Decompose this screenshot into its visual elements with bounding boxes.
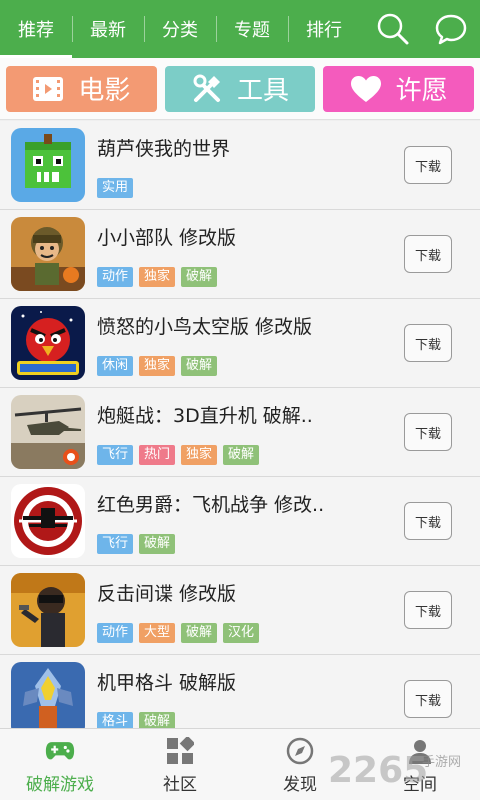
category-bar: 电影 工具 许愿	[0, 58, 480, 120]
tools-icon	[191, 73, 223, 105]
download-button[interactable]: 下载	[404, 235, 452, 273]
category-movie-label: 电影	[78, 76, 131, 106]
category-tools-button[interactable]: 工具	[164, 65, 316, 112]
bottom-tab-community[interactable]: 社区	[120, 729, 240, 800]
tag: 独家	[139, 356, 176, 376]
download-button[interactable]: 下载	[404, 591, 452, 629]
download-button[interactable]: 下载	[404, 324, 452, 362]
heart-icon	[350, 73, 382, 105]
tab-latest[interactable]: 最新	[72, 0, 144, 58]
tag: 休闲	[97, 356, 134, 376]
mech-app-icon	[11, 662, 85, 728]
message-icon[interactable]	[422, 0, 480, 58]
download-button[interactable]: 下载	[404, 680, 452, 718]
app-list: 葫芦侠我的世界 实用 下载 小小部队 修改版 动作 独家 破解 下载 愤怒的小鸟…	[0, 121, 480, 728]
list-item[interactable]: 愤怒的小鸟太空版 修改版 休闲 独家 破解 下载	[0, 299, 480, 388]
list-item[interactable]: 机甲格斗 破解版 格斗 破解 下载	[0, 655, 480, 728]
list-item[interactable]: 红色男爵：飞机战争 修改.. 飞行 破解 下载	[0, 477, 480, 566]
category-tools-label: 工具	[237, 76, 290, 106]
tag: 大型	[139, 623, 176, 643]
tag: 破解	[139, 534, 176, 554]
tab-topics[interactable]: 专题	[216, 0, 288, 58]
tag: 热门	[139, 445, 176, 465]
pixel-apple-app-icon	[11, 128, 85, 202]
grid-icon	[165, 736, 195, 766]
tag: 动作	[97, 267, 134, 287]
tag: 独家	[139, 267, 176, 287]
spy-app-icon	[11, 573, 85, 647]
list-item[interactable]: 炮艇战：3D直升机 破解.. 飞行 热门 独家 破解 下载	[0, 388, 480, 477]
download-button[interactable]: 下载	[404, 146, 452, 184]
tag: 飞行	[97, 534, 134, 554]
watermark-number: 2265	[328, 750, 428, 791]
tag: 实用	[97, 178, 134, 198]
watermark-text: 手游网	[422, 755, 461, 770]
top-nav-bar: 推荐 最新 分类 专题 排行	[0, 0, 480, 58]
helicopter-app-icon	[11, 395, 85, 469]
tag: 破解	[181, 267, 218, 287]
red-baron-app-icon	[11, 484, 85, 558]
download-button[interactable]: 下载	[404, 413, 452, 451]
tab-recommend[interactable]: 推荐	[0, 0, 72, 58]
tag: 汉化	[223, 623, 260, 643]
download-button[interactable]: 下载	[404, 502, 452, 540]
soldier-app-icon	[11, 217, 85, 291]
angry-bird-app-icon	[11, 306, 85, 380]
bottom-tab-label: 社区	[163, 774, 197, 795]
watermark-logo: 2265 手游网	[326, 744, 476, 794]
tag: 破解	[181, 356, 218, 376]
tab-ranking[interactable]: 排行	[288, 0, 360, 58]
bottom-tab-label: 发现	[283, 774, 317, 795]
tag: 独家	[181, 445, 218, 465]
category-movie-button[interactable]: 电影	[6, 65, 157, 112]
tab-category[interactable]: 分类	[144, 0, 216, 58]
list-item[interactable]: 小小部队 修改版 动作 独家 破解 下载	[0, 210, 480, 299]
bottom-tab-label: 破解游戏	[26, 774, 94, 795]
film-icon	[32, 73, 64, 105]
gamepad-icon	[45, 736, 75, 766]
tag: 破解	[139, 712, 176, 728]
bottom-tab-cracked-games[interactable]: 破解游戏	[0, 729, 120, 800]
tag: 动作	[97, 623, 134, 643]
tag: 破解	[181, 623, 218, 643]
tag: 飞行	[97, 445, 134, 465]
search-icon[interactable]	[364, 0, 422, 58]
category-wish-button[interactable]: 许愿	[323, 65, 475, 112]
compass-icon	[285, 736, 315, 766]
category-wish-label: 许愿	[395, 76, 448, 106]
tag: 格斗	[97, 712, 134, 728]
list-item[interactable]: 反击间谍 修改版 动作 大型 破解 汉化 下载	[0, 566, 480, 655]
list-item[interactable]: 葫芦侠我的世界 实用 下载	[0, 121, 480, 210]
tag: 破解	[223, 445, 260, 465]
